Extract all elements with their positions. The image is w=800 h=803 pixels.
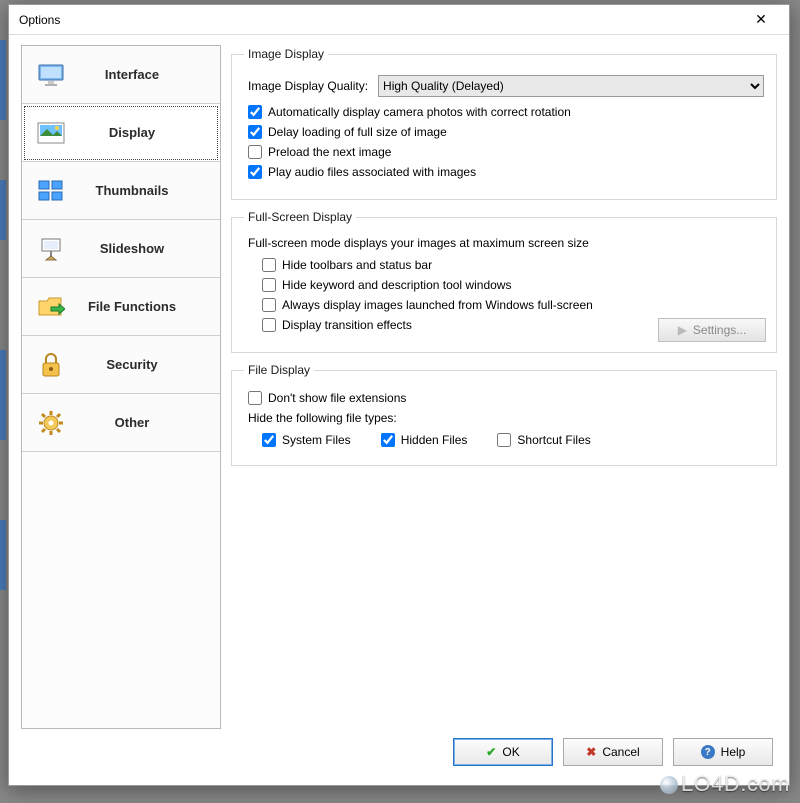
sidebar-item-file-functions[interactable]: File Functions xyxy=(22,278,220,336)
sidebar-item-slideshow[interactable]: Slideshow xyxy=(22,220,220,278)
help-button[interactable]: ? Help xyxy=(673,738,773,766)
shortcut-files-checkbox[interactable] xyxy=(497,433,511,447)
auto-rotate-checkbox[interactable] xyxy=(248,105,262,119)
sidebar-item-label: Security xyxy=(106,357,157,372)
delay-load-checkbox[interactable] xyxy=(248,125,262,139)
cross-icon: ✖ xyxy=(586,745,596,759)
quality-label: Image Display Quality: xyxy=(248,79,368,93)
hide-extensions-checkbox[interactable] xyxy=(248,391,262,405)
options-content: Image Display Image Display Quality: Hig… xyxy=(231,45,777,729)
picture-icon xyxy=(36,118,66,148)
hide-toolbars-label: Hide toolbars and status bar xyxy=(282,258,432,272)
window-title: Options xyxy=(19,13,60,27)
help-icon: ? xyxy=(701,745,715,759)
quality-select[interactable]: High Quality (Delayed) xyxy=(378,75,764,97)
group-legend: Image Display xyxy=(244,47,328,61)
sidebar-item-label: Display xyxy=(109,125,155,140)
close-icon[interactable]: ✕ xyxy=(741,7,781,33)
system-files-label: System Files xyxy=(282,433,351,447)
transition-checkbox[interactable] xyxy=(262,318,276,332)
lock-icon xyxy=(36,350,66,380)
hide-toolbars-checkbox[interactable] xyxy=(262,258,276,272)
delay-load-label: Delay loading of full size of image xyxy=(268,125,447,139)
transition-settings-button[interactable]: ▶ Settings... xyxy=(658,318,766,342)
projector-icon xyxy=(36,234,66,264)
ok-button[interactable]: ✔ OK xyxy=(453,738,553,766)
group-fullscreen: Full-Screen Display Full-screen mode dis… xyxy=(231,210,777,353)
client-area: Interface Display Thumbnails xyxy=(9,35,789,785)
play-icon: ▶ xyxy=(678,323,687,337)
group-legend: File Display xyxy=(244,363,314,377)
group-image-display: Image Display Image Display Quality: Hig… xyxy=(231,47,777,200)
auto-rotate-label: Automatically display camera photos with… xyxy=(268,105,571,119)
system-files-checkbox[interactable] xyxy=(262,433,276,447)
hide-extensions-label: Don't show file extensions xyxy=(268,391,406,405)
group-file-display: File Display Don't show file extensions … xyxy=(231,363,777,466)
category-sidebar: Interface Display Thumbnails xyxy=(21,45,221,729)
hide-keyword-label: Hide keyword and description tool window… xyxy=(282,278,511,292)
play-audio-checkbox[interactable] xyxy=(248,165,262,179)
hidden-files-checkbox[interactable] xyxy=(381,433,395,447)
options-dialog: Options ✕ Interface Display xyxy=(8,4,790,786)
hide-types-label: Hide the following file types: xyxy=(248,411,764,425)
shortcut-files-label: Shortcut Files xyxy=(517,433,590,447)
dialog-footer: ✔ OK ✖ Cancel ? Help xyxy=(21,729,777,775)
check-icon: ✔ xyxy=(486,745,496,759)
monitor-icon xyxy=(36,60,66,90)
fullscreen-note: Full-screen mode displays your images at… xyxy=(248,236,764,250)
sidebar-item-other[interactable]: Other xyxy=(22,394,220,452)
sidebar-item-label: Interface xyxy=(105,67,159,82)
sidebar-item-thumbnails[interactable]: Thumbnails xyxy=(22,162,220,220)
thumbnails-icon xyxy=(36,176,66,206)
gear-icon xyxy=(36,408,66,438)
sidebar-item-label: Slideshow xyxy=(100,241,164,256)
transition-label: Display transition effects xyxy=(282,318,412,332)
sidebar-item-label: Other xyxy=(115,415,150,430)
sidebar-item-label: File Functions xyxy=(88,299,176,314)
preload-checkbox[interactable] xyxy=(248,145,262,159)
titlebar[interactable]: Options ✕ xyxy=(9,5,789,35)
hidden-files-label: Hidden Files xyxy=(401,433,468,447)
group-legend: Full-Screen Display xyxy=(244,210,356,224)
sidebar-item-security[interactable]: Security xyxy=(22,336,220,394)
folder-arrow-icon xyxy=(36,292,66,322)
hide-keyword-checkbox[interactable] xyxy=(262,278,276,292)
sidebar-item-interface[interactable]: Interface xyxy=(22,46,220,104)
always-fullscreen-label: Always display images launched from Wind… xyxy=(282,298,593,312)
cancel-button[interactable]: ✖ Cancel xyxy=(563,738,663,766)
sidebar-item-display[interactable]: Display xyxy=(22,104,220,162)
sidebar-item-label: Thumbnails xyxy=(96,183,169,198)
always-fullscreen-checkbox[interactable] xyxy=(262,298,276,312)
preload-label: Preload the next image xyxy=(268,145,391,159)
play-audio-label: Play audio files associated with images xyxy=(268,165,476,179)
